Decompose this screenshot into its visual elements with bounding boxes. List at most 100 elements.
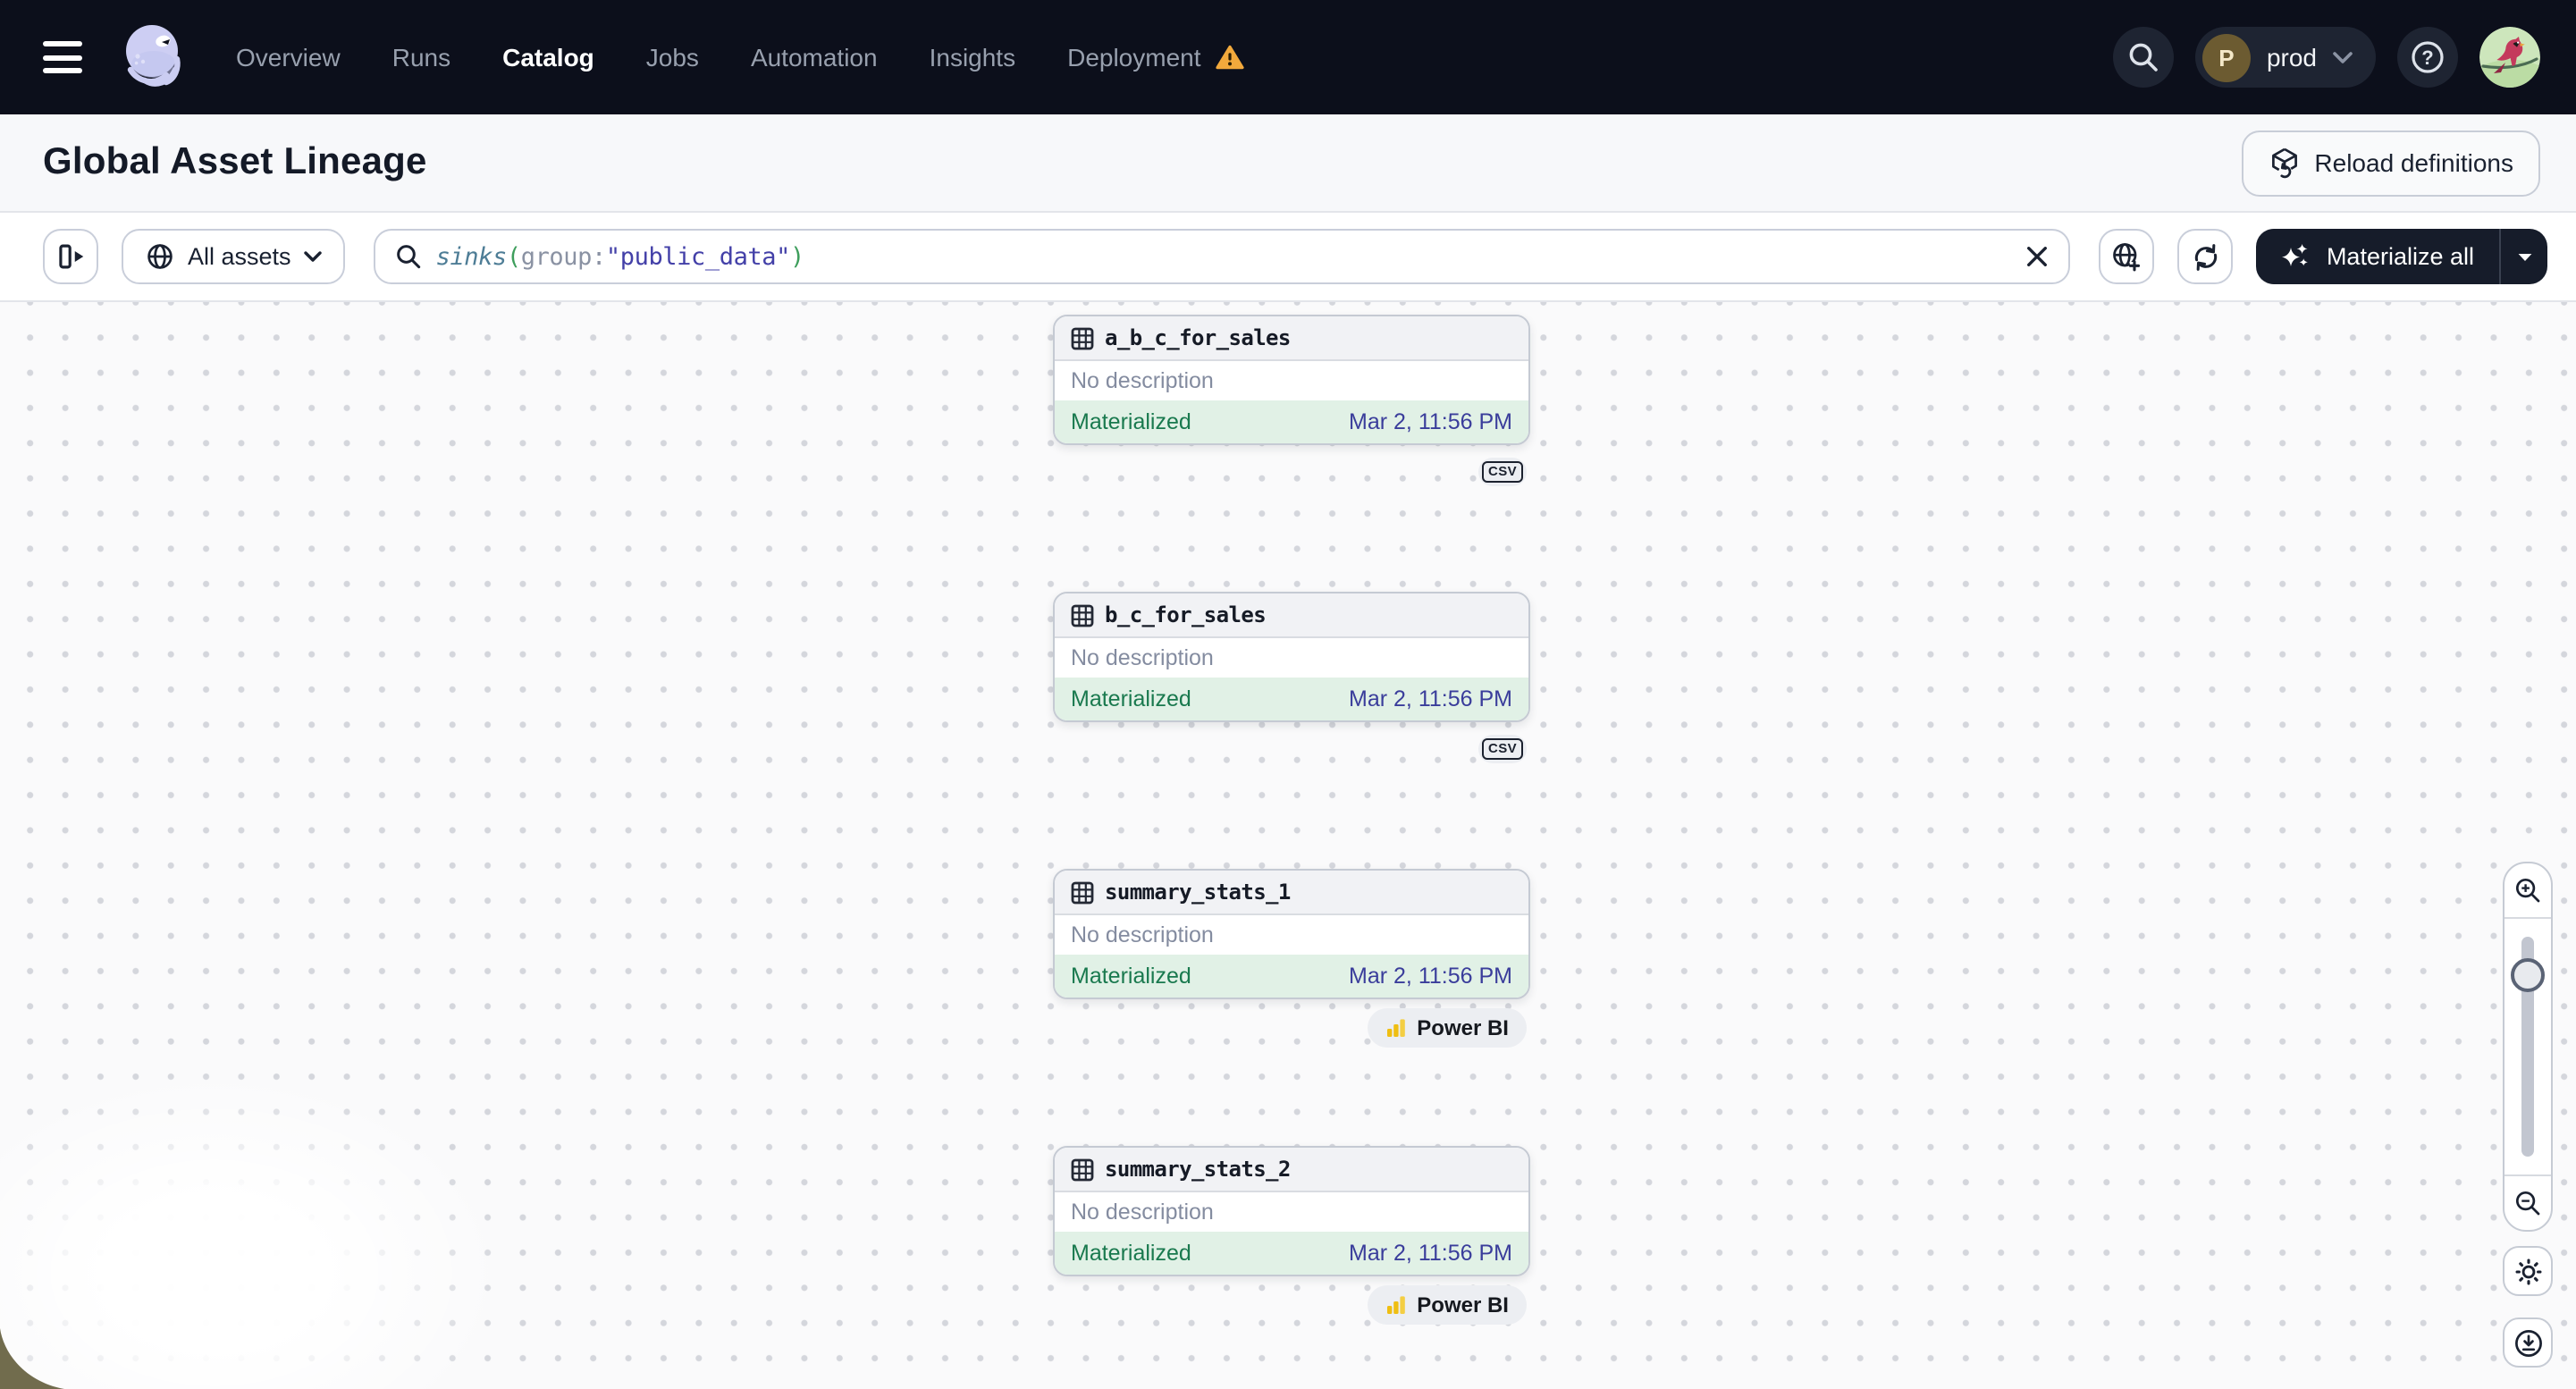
hamburger-menu-icon[interactable] xyxy=(43,41,82,73)
search-icon xyxy=(2129,43,2158,72)
asset-selection-query: sinks(group: "public_data") xyxy=(435,242,805,271)
asset-node-summary-stats-1[interactable]: summary_stats_1 No description Materiali… xyxy=(1053,869,1530,999)
gear-icon xyxy=(2514,1258,2541,1284)
asset-name: a_b_c_for_sales xyxy=(1105,325,1291,350)
download-graph-button[interactable] xyxy=(2503,1317,2553,1368)
asset-status-row: Materialized Mar 2, 11:56 PM xyxy=(1055,678,1528,720)
chevron-down-icon xyxy=(303,251,322,262)
minimap-corner xyxy=(0,1328,64,1389)
zoom-slider-thumb[interactable] xyxy=(2511,958,2545,992)
asset-node-b-c-for-sales[interactable]: b_c_for_sales No description Materialize… xyxy=(1053,592,1530,722)
nav-item-catalog[interactable]: Catalog xyxy=(502,43,594,72)
asset-selection-input[interactable]: sinks(group: "public_data") xyxy=(373,229,2071,284)
query-paren-open: ( xyxy=(506,242,521,271)
globe-icon xyxy=(147,244,173,269)
nav-item-jobs[interactable]: Jobs xyxy=(646,43,699,72)
asset-status: Materialized xyxy=(1071,964,1191,989)
search-icon xyxy=(396,245,420,269)
powerbi-label: Power BI xyxy=(1417,1292,1509,1317)
view-scope-button[interactable] xyxy=(2099,229,2155,284)
query-field: group xyxy=(520,242,593,271)
lineage-canvas[interactable]: a_b_c_for_sales No description Materiali… xyxy=(0,302,2576,1389)
lineage-toolbar: All assets sinks(group: "public_data") M… xyxy=(0,213,2576,302)
open-panel-button[interactable] xyxy=(43,229,98,284)
nav-item-runs[interactable]: Runs xyxy=(392,43,450,72)
canvas-vignette xyxy=(0,1014,590,1389)
asset-description: No description xyxy=(1055,638,1528,678)
reload-definitions-button[interactable]: Reload definitions xyxy=(2241,130,2540,196)
panel-toggle-icon xyxy=(59,244,84,269)
asset-description: No description xyxy=(1055,1192,1528,1232)
help-icon: ? xyxy=(2412,41,2444,73)
zoom-in-icon xyxy=(2515,878,2540,903)
materialize-all-split-button: Materialize all xyxy=(2256,229,2547,284)
page-header: Global Asset Lineage Reload definitions xyxy=(0,114,2576,213)
globe-plus-icon xyxy=(2114,243,2141,272)
asset-description: No description xyxy=(1055,361,1528,400)
powerbi-icon xyxy=(1386,1296,1405,1314)
svg-text:?: ? xyxy=(2421,46,2433,69)
chevron-down-icon xyxy=(2517,253,2531,260)
asset-timestamp: Mar 2, 11:56 PM xyxy=(1349,409,1512,434)
asset-node-summary-stats-2[interactable]: summary_stats_2 No description Materiali… xyxy=(1053,1146,1530,1276)
csv-icon: CSV xyxy=(1482,461,1523,483)
asset-name: summary_stats_1 xyxy=(1105,880,1291,905)
asset-status: Materialized xyxy=(1071,409,1191,434)
sparkles-icon xyxy=(2282,244,2309,266)
nav-item-insights[interactable]: Insights xyxy=(930,43,1016,72)
nav-item-deployment[interactable]: Deployment xyxy=(1067,43,1244,72)
asset-node-header: b_c_for_sales xyxy=(1055,593,1528,638)
close-icon xyxy=(2027,247,2048,266)
asset-name: summary_stats_2 xyxy=(1105,1157,1291,1182)
asset-scope-label: All assets xyxy=(188,243,291,270)
nav-right: P prod ? xyxy=(2112,27,2540,88)
search-button[interactable] xyxy=(2112,27,2174,88)
clear-search-button[interactable] xyxy=(2026,245,2050,268)
chevron-down-icon xyxy=(2333,51,2353,63)
kind-tag-csv: CSV xyxy=(1478,735,1527,763)
asset-timestamp: Mar 2, 11:56 PM xyxy=(1349,1241,1512,1266)
asset-node-header: summary_stats_1 xyxy=(1055,871,1528,915)
user-avatar-image xyxy=(2479,27,2540,88)
page-title: Global Asset Lineage xyxy=(43,141,427,182)
materialize-options-button[interactable] xyxy=(2501,229,2547,284)
table-icon xyxy=(1071,603,1094,627)
reload-cube-icon xyxy=(2271,147,2297,179)
powerbi-label: Power BI xyxy=(1417,1015,1509,1040)
zoom-out-icon xyxy=(2515,1191,2540,1216)
environment-initial: P xyxy=(2201,33,2251,81)
kind-tag-powerbi: Power BI xyxy=(1367,1285,1527,1325)
asset-status-row: Materialized Mar 2, 11:56 PM xyxy=(1055,1232,1528,1275)
table-icon xyxy=(1071,326,1094,349)
asset-description: No description xyxy=(1055,915,1528,955)
environment-name: prod xyxy=(2266,43,2317,72)
table-icon xyxy=(1071,880,1094,904)
zoom-in-button[interactable] xyxy=(2504,863,2551,917)
asset-node-header: summary_stats_2 xyxy=(1055,1148,1528,1192)
asset-scope-dropdown[interactable]: All assets xyxy=(122,229,345,284)
asset-timestamp: Mar 2, 11:56 PM xyxy=(1349,686,1512,711)
graph-settings-button[interactable] xyxy=(2503,1246,2553,1296)
materialize-all-label: Materialize all xyxy=(2326,243,2474,270)
reload-definitions-label: Reload definitions xyxy=(2314,148,2513,177)
download-icon xyxy=(2514,1329,2541,1356)
csv-icon: CSV xyxy=(1482,738,1523,760)
zoom-out-button[interactable] xyxy=(2504,1176,2551,1230)
nav-item-overview[interactable]: Overview xyxy=(236,43,341,72)
nav-item-automation[interactable]: Automation xyxy=(751,43,878,72)
environment-switcher[interactable]: P prod xyxy=(2194,27,2376,88)
help-button[interactable]: ? xyxy=(2397,27,2458,88)
materialize-all-button[interactable]: Materialize all xyxy=(2257,229,2499,284)
asset-status: Materialized xyxy=(1071,1241,1191,1266)
user-avatar[interactable] xyxy=(2479,27,2540,88)
query-function: sinks xyxy=(435,242,508,271)
refresh-button[interactable] xyxy=(2177,229,2234,284)
zoom-slider[interactable] xyxy=(2504,917,2551,1176)
sync-icon xyxy=(2194,243,2218,270)
asset-status: Materialized xyxy=(1071,686,1191,711)
asset-node-header: a_b_c_for_sales xyxy=(1055,316,1528,361)
asset-status-row: Materialized Mar 2, 11:56 PM xyxy=(1055,955,1528,998)
asset-node-a-b-c-for-sales[interactable]: a_b_c_for_sales No description Materiali… xyxy=(1053,315,1530,445)
dagster-logo-icon[interactable] xyxy=(116,20,191,95)
asset-timestamp: Mar 2, 11:56 PM xyxy=(1349,964,1512,989)
